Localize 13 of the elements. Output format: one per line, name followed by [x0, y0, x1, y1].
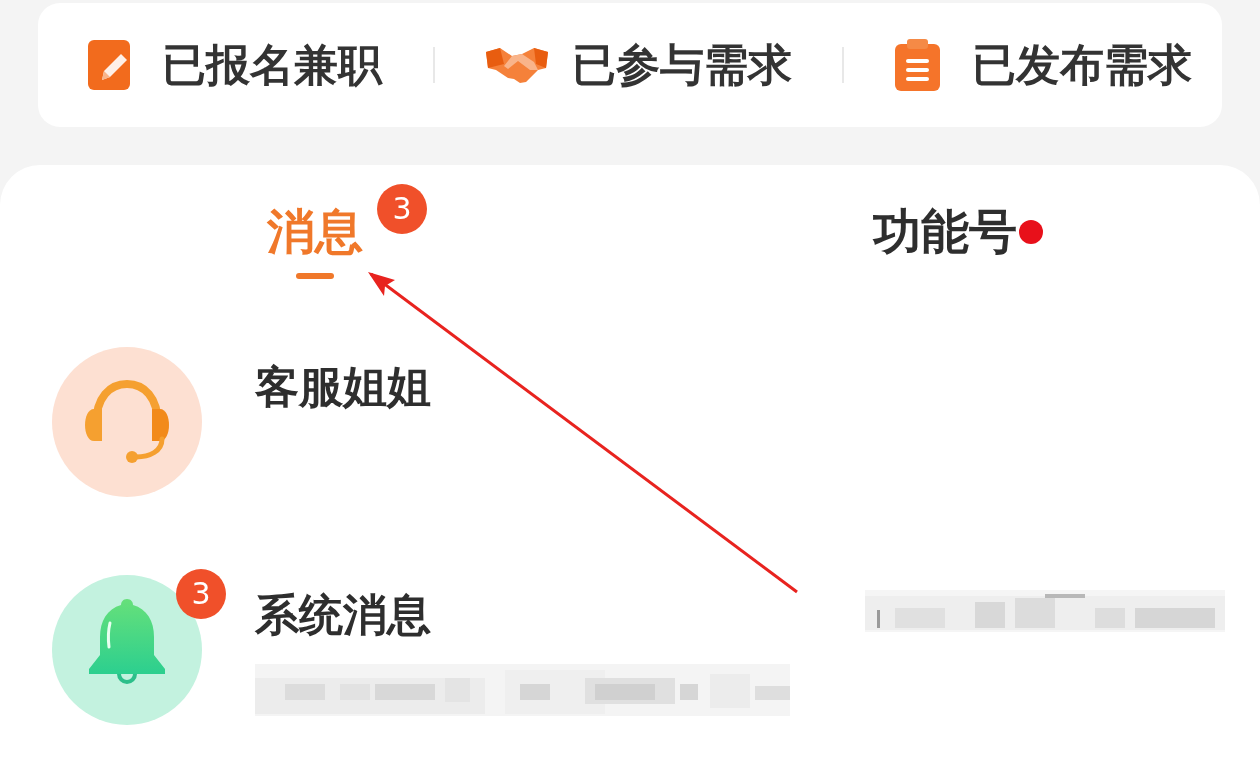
tab[interactable]: 功能号	[873, 203, 1017, 279]
tab-indicator	[296, 272, 334, 279]
clipboard-icon	[895, 39, 940, 91]
shortcut-button[interactable]: 已参与需求	[485, 35, 792, 95]
shortcut-button[interactable]: 已报名兼职	[88, 35, 382, 95]
pencil-icon	[88, 40, 130, 90]
handshake-icon	[485, 46, 548, 84]
unread-count-badge: 3	[377, 184, 427, 234]
unread-count-badge: 3	[176, 568, 226, 619]
shortcut-button[interactable]: 已发布需求	[895, 35, 1192, 95]
conversation-title: 系统消息	[255, 588, 431, 642]
conversation-title: 客服姐姐	[255, 360, 431, 414]
headset-avatar-icon	[52, 346, 202, 497]
